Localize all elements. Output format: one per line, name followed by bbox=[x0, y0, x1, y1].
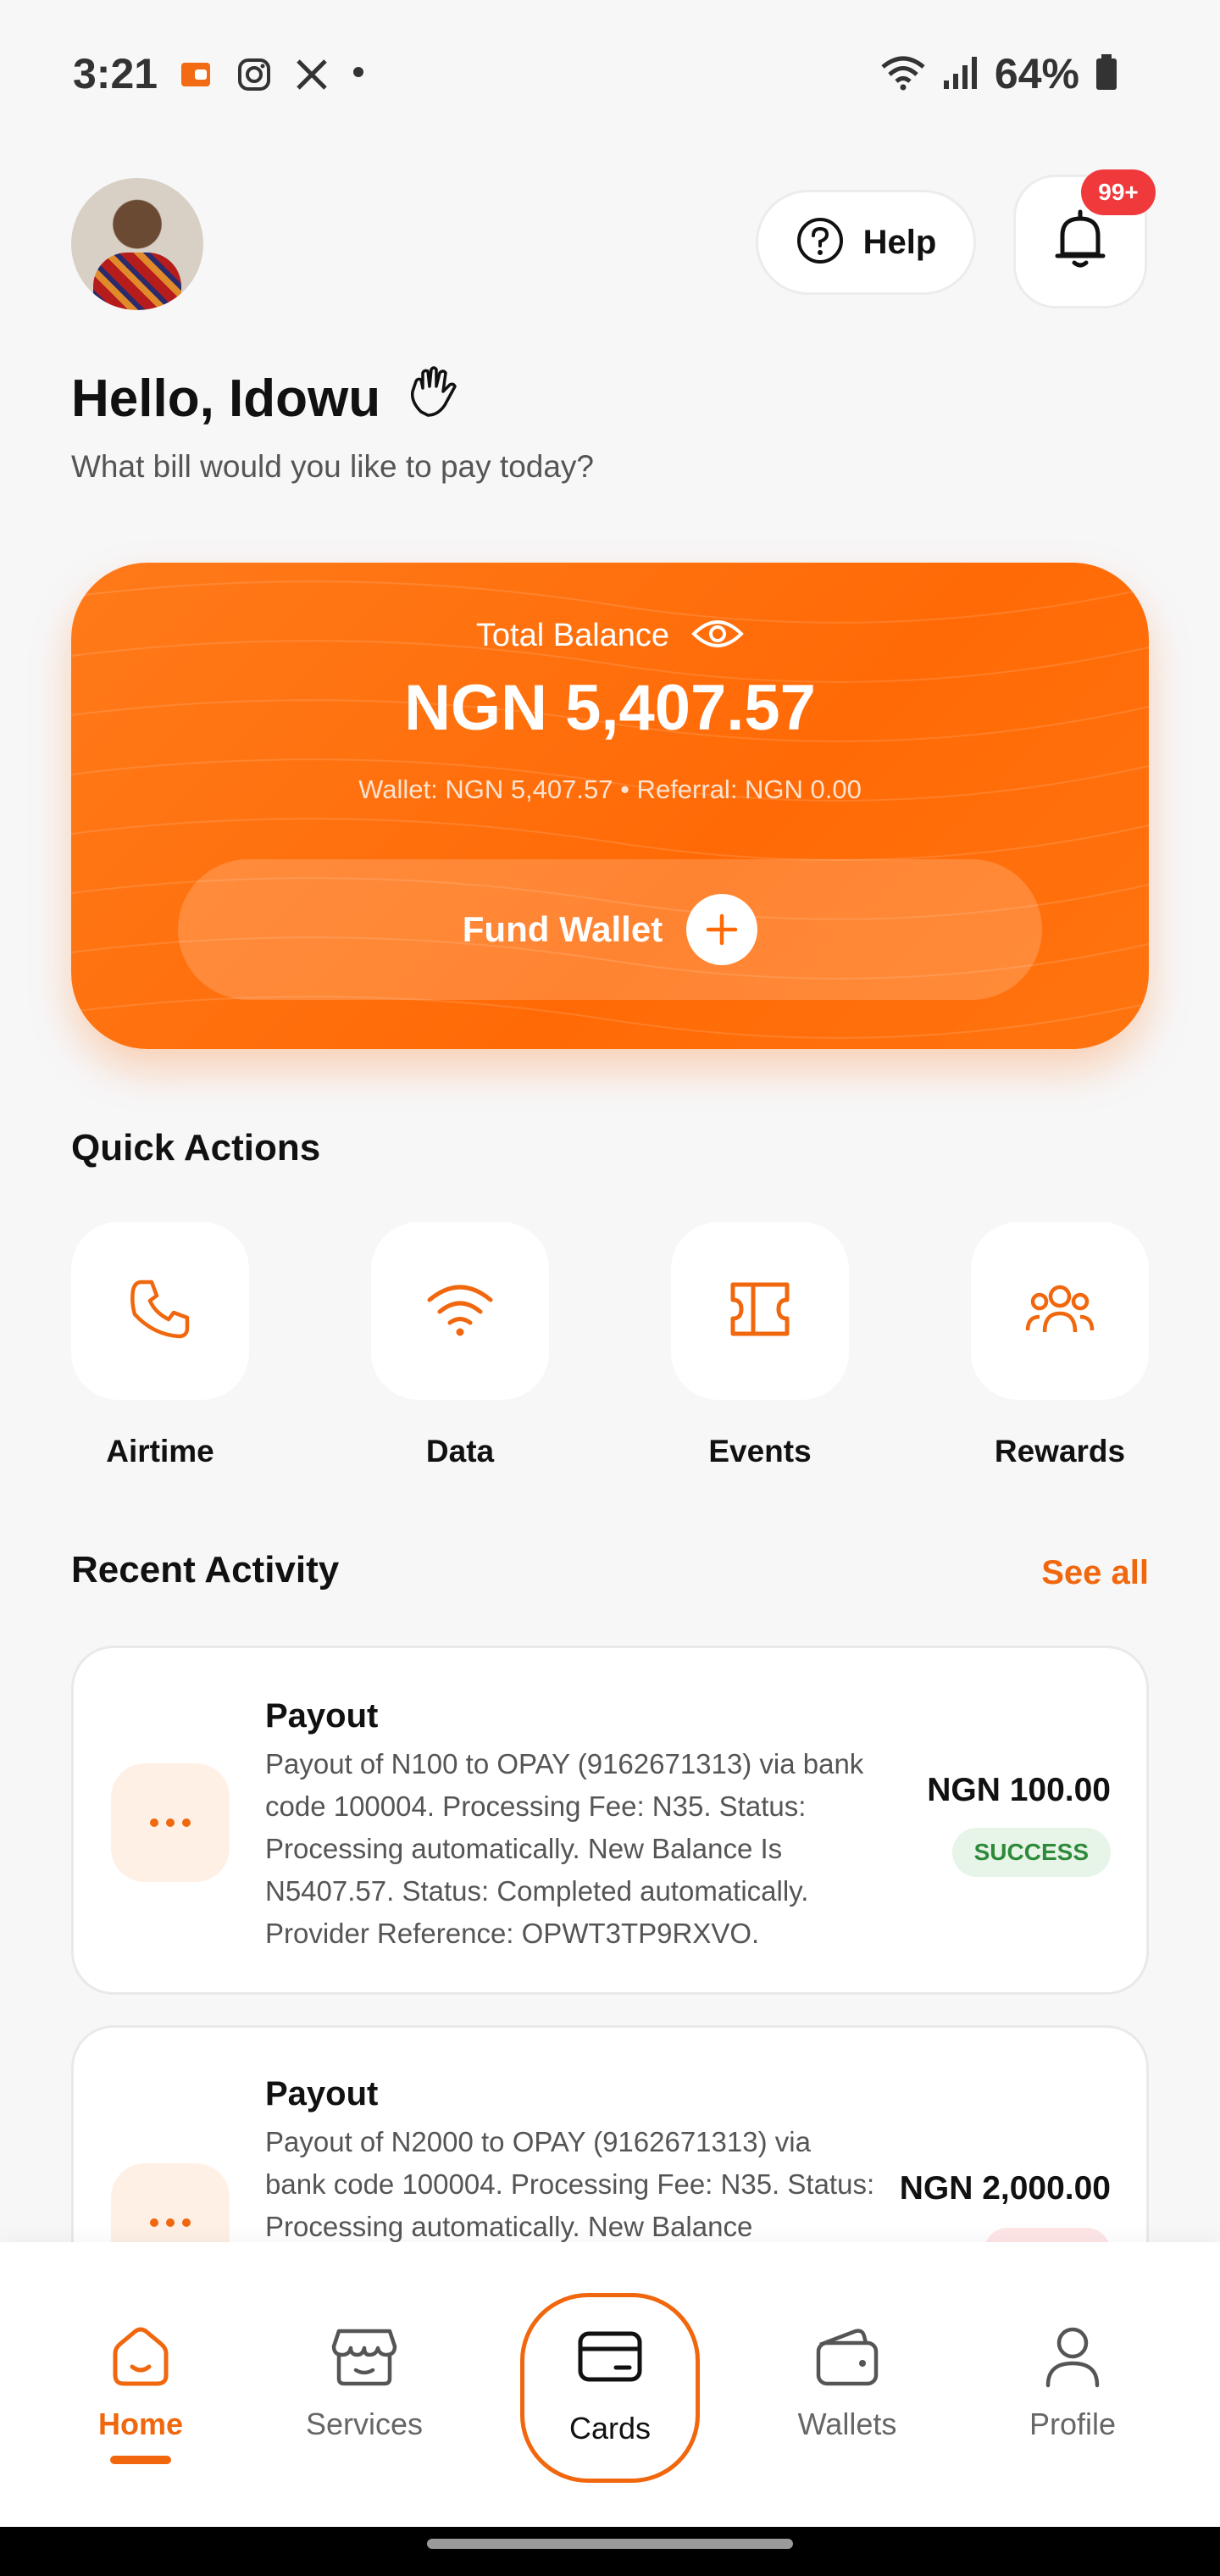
quick-action-data[interactable]: Data bbox=[371, 1222, 549, 1469]
nav-cards-label: Cards bbox=[568, 2410, 652, 2446]
activity-card[interactable]: Payout Payout of N100 to OPAY (916267131… bbox=[71, 1646, 1149, 1995]
data-tile[interactable] bbox=[371, 1222, 549, 1400]
x-icon bbox=[295, 58, 327, 90]
bottom-navigation: Home Services Cards Wallets Profile bbox=[0, 2242, 1220, 2527]
fund-wallet-label: Fund Wallet bbox=[462, 909, 663, 949]
battery-percent: 64% bbox=[994, 50, 1079, 97]
user-icon bbox=[988, 2318, 1157, 2395]
quick-actions-title: Quick Actions bbox=[71, 1127, 321, 1169]
rewards-tile[interactable] bbox=[971, 1222, 1149, 1400]
wallet-icon bbox=[762, 2318, 932, 2395]
events-tile[interactable] bbox=[671, 1222, 849, 1400]
help-icon bbox=[796, 216, 845, 269]
nav-cards[interactable]: Cards bbox=[520, 2293, 700, 2483]
home-icon bbox=[56, 2318, 225, 2395]
wifi-icon bbox=[424, 1280, 496, 1343]
help-button[interactable]: Help bbox=[756, 190, 976, 295]
activity-amount: NGN 2,000.00 bbox=[899, 2170, 1111, 2207]
balance-amount: NGN 5,407.57 bbox=[404, 672, 816, 744]
activity-description: Payout of N100 to OPAY (9162671313) via … bbox=[265, 1748, 864, 1949]
see-all-link[interactable]: See all bbox=[1041, 1554, 1149, 1592]
gesture-bar bbox=[0, 2527, 1220, 2576]
system-icons: 64% bbox=[879, 49, 1118, 98]
greeting-subtitle: What bill would you like to pay today? bbox=[71, 449, 595, 484]
nav-wallets-label: Wallets bbox=[797, 2407, 897, 2441]
bell-icon bbox=[1051, 208, 1110, 275]
card-icon bbox=[577, 2330, 643, 2387]
activity-amount: NGN 100.00 bbox=[927, 1772, 1111, 1808]
balance-breakdown: Wallet: NGN 5,407.57 • Referral: NGN 0.0… bbox=[358, 774, 862, 804]
wifi-icon bbox=[879, 53, 927, 95]
balance-label-row: Total Balance bbox=[71, 617, 1149, 655]
wallet-app-icon bbox=[180, 58, 212, 90]
users-icon bbox=[1024, 1280, 1095, 1343]
activity-title: Payout bbox=[265, 1697, 379, 1735]
greeting: Hello, Idowu bbox=[71, 363, 463, 435]
status-badge: SUCCESS bbox=[951, 1828, 1111, 1877]
quick-action-rewards[interactable]: Rewards bbox=[971, 1222, 1149, 1469]
fund-wallet-button[interactable]: Fund Wallet bbox=[178, 859, 1042, 1000]
balance-label: Total Balance bbox=[475, 618, 670, 653]
home-screen: 3:21 64% Help 99+ Hello, Idowu What bill… bbox=[0, 0, 1220, 2576]
quick-action-events[interactable]: Events bbox=[671, 1222, 849, 1469]
rewards-label: Rewards bbox=[994, 1434, 1126, 1468]
instagram-icon bbox=[237, 58, 270, 91]
home-gesture-handle[interactable] bbox=[427, 2539, 793, 2549]
notification-badge: 99+ bbox=[1081, 169, 1156, 215]
eye-icon[interactable] bbox=[691, 617, 744, 655]
airtime-label: Airtime bbox=[106, 1434, 214, 1468]
quick-action-airtime[interactable]: Airtime bbox=[71, 1222, 249, 1469]
ticket-icon bbox=[724, 1278, 796, 1345]
nav-services-label: Services bbox=[305, 2407, 424, 2441]
activity-description: Payout of N2000 to OPAY (9162671313) via… bbox=[265, 2126, 875, 2242]
events-label: Events bbox=[708, 1434, 812, 1468]
nav-profile-label: Profile bbox=[1029, 2407, 1117, 2441]
plus-icon bbox=[686, 894, 758, 965]
more-dots-icon bbox=[111, 1763, 230, 1882]
greeting-title: Hello, Idowu bbox=[71, 369, 381, 428]
data-label: Data bbox=[425, 1434, 495, 1468]
airtime-tile[interactable] bbox=[71, 1222, 249, 1400]
dot-icon bbox=[352, 66, 364, 82]
signal-icon bbox=[942, 53, 979, 95]
notification-icons bbox=[180, 58, 364, 91]
status-time: 3:21 bbox=[73, 50, 158, 97]
wave-hand-icon bbox=[404, 363, 463, 435]
nav-wallets[interactable]: Wallets bbox=[762, 2318, 932, 2442]
phone-icon bbox=[126, 1275, 194, 1347]
nav-profile[interactable]: Profile bbox=[988, 2318, 1157, 2442]
recent-activity-title: Recent Activity bbox=[71, 1549, 340, 1591]
nav-home[interactable]: Home bbox=[56, 2318, 225, 2464]
store-icon bbox=[280, 2318, 449, 2395]
help-label: Help bbox=[862, 223, 937, 261]
active-indicator bbox=[110, 2456, 171, 2464]
status-bar: 3:21 64% bbox=[0, 0, 1220, 153]
activity-title: Payout bbox=[265, 2075, 379, 2112]
avatar[interactable] bbox=[71, 178, 203, 310]
battery-icon bbox=[1095, 53, 1118, 95]
nav-home-label: Home bbox=[97, 2407, 184, 2441]
balance-card: Total Balance NGN 5,407.57 Wallet: NGN 5… bbox=[71, 563, 1149, 1049]
nav-services[interactable]: Services bbox=[280, 2318, 449, 2442]
